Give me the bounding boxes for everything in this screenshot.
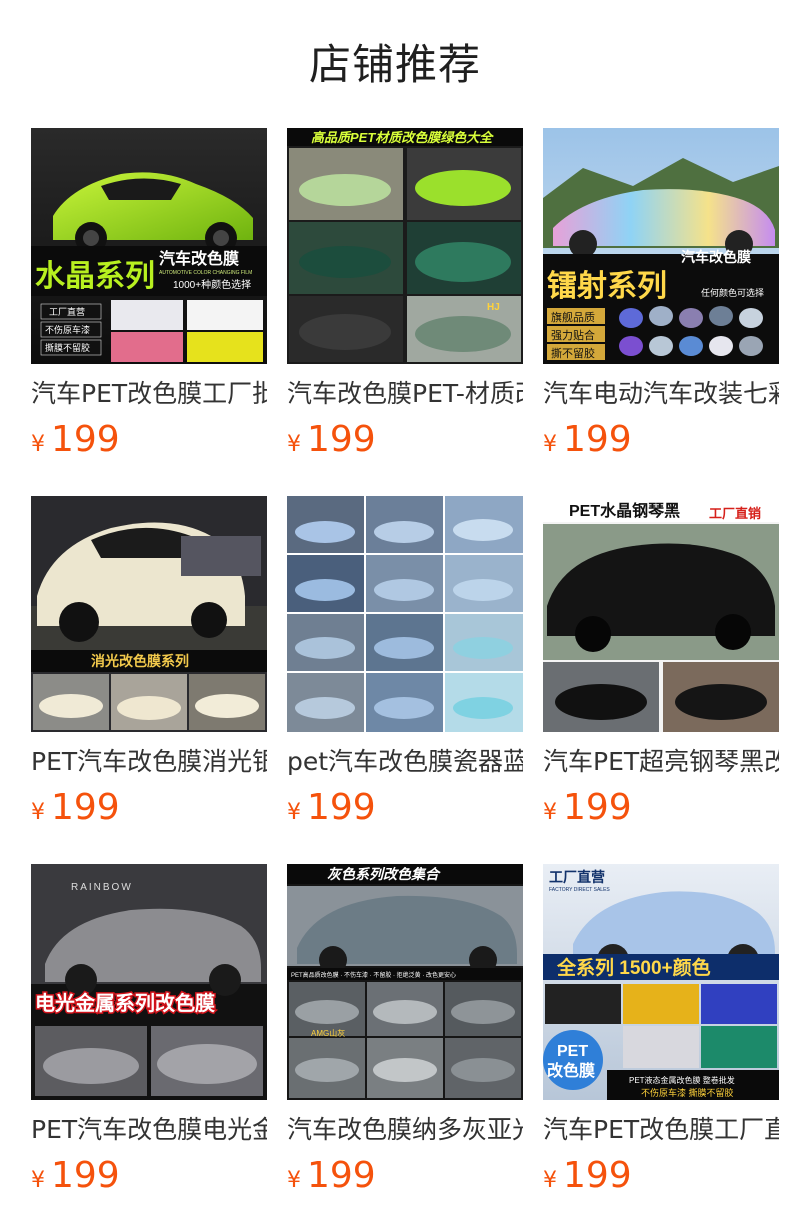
price-value: 199 bbox=[51, 419, 120, 460]
price-value: 199 bbox=[563, 419, 632, 460]
product-image[interactable]: 消光改色膜系列 bbox=[31, 496, 267, 732]
product-image[interactable]: 高品质PET材质改色膜绿色大全 HJ bbox=[287, 128, 523, 364]
price-value: 199 bbox=[563, 787, 632, 828]
currency-symbol: ¥ bbox=[543, 800, 557, 825]
product-image[interactable]: 灰色系列改色集合 PET高品质改色膜 · 不伤车漆 · 不留胶 · 拒绝泛黄 ·… bbox=[287, 864, 523, 1100]
currency-symbol: ¥ bbox=[31, 1168, 45, 1193]
product-card[interactable]: 高品质PET材质改色膜绿色大全 HJ 汽车改色膜PET-材质改色膜 ¥199 bbox=[287, 128, 523, 460]
image-tag: 撕不留胶 bbox=[551, 346, 595, 360]
image-tag: 工厂直营 bbox=[49, 306, 85, 317]
product-price: ¥199 bbox=[31, 788, 267, 828]
currency-symbol: ¥ bbox=[287, 1168, 301, 1193]
product-image[interactable] bbox=[287, 496, 523, 732]
product-card[interactable]: 灰色系列改色集合 PET高品质改色膜 · 不伤车漆 · 不留胶 · 拒绝泛黄 ·… bbox=[287, 864, 523, 1196]
image-headline: 全系列 1500+颜色 bbox=[556, 956, 711, 979]
product-card[interactable]: PET水晶钢琴黑 工厂直销 汽车PET超亮钢琴黑改色 ¥199 bbox=[543, 496, 779, 828]
product-price: ¥199 bbox=[543, 1156, 779, 1196]
product-name[interactable]: 汽车改色膜纳多灰亚光 bbox=[287, 1114, 523, 1146]
image-headline: 高品质PET材质改色膜绿色大全 bbox=[311, 130, 494, 145]
image-headline: PET水晶钢琴黑 bbox=[569, 501, 680, 520]
product-card[interactable]: 镭射系列 汽车改色膜 任何颜色可选择 旗舰品质 强力贴合 撕不留胶 汽车电动汽车… bbox=[543, 128, 779, 460]
product-price: ¥199 bbox=[543, 788, 779, 828]
product-name[interactable]: 汽车PET改色膜工厂直营 bbox=[543, 1114, 779, 1146]
image-headline: 消光改色膜系列 bbox=[91, 653, 189, 669]
image-note: 1000+种颜色选择 bbox=[173, 278, 251, 291]
product-price: ¥199 bbox=[31, 1156, 267, 1196]
image-sub-en: AUTOMOTIVE COLOR CHANGING FILM bbox=[159, 270, 252, 276]
image-tag: 不伤原车漆 bbox=[45, 324, 90, 335]
product-image[interactable]: PET水晶钢琴黑 工厂直销 bbox=[543, 496, 779, 732]
product-name[interactable]: PET汽车改色膜电光金属 bbox=[31, 1114, 267, 1146]
product-card[interactable]: RAINBOW 电光金属系列改色膜 PET汽车改色膜电光金属 ¥199 bbox=[31, 864, 267, 1196]
image-badge1: PET bbox=[557, 1043, 588, 1060]
image-tag: 旗舰品质 bbox=[551, 310, 595, 324]
currency-symbol: ¥ bbox=[543, 432, 557, 457]
currency-symbol: ¥ bbox=[287, 432, 301, 457]
image-corner: 工厂直营 bbox=[549, 869, 605, 885]
price-value: 199 bbox=[563, 1155, 632, 1196]
image-sub: 汽车改色膜 bbox=[159, 249, 239, 268]
product-price: ¥199 bbox=[543, 420, 779, 460]
product-image[interactable]: 水晶系列 汽车改色膜 AUTOMOTIVE COLOR CHANGING FIL… bbox=[31, 128, 267, 364]
currency-symbol: ¥ bbox=[287, 800, 301, 825]
product-image[interactable]: RAINBOW 电光金属系列改色膜 bbox=[31, 864, 267, 1100]
image-tag: 强力贴合 bbox=[551, 328, 595, 342]
product-price: ¥199 bbox=[31, 420, 267, 460]
product-price: ¥199 bbox=[287, 1156, 523, 1196]
product-card[interactable]: 水晶系列 汽车改色膜 AUTOMOTIVE COLOR CHANGING FIL… bbox=[31, 128, 267, 460]
product-name[interactable]: 汽车PET超亮钢琴黑改色 bbox=[543, 746, 779, 778]
price-value: 199 bbox=[307, 419, 376, 460]
product-name[interactable]: 汽车电动汽车改装七彩镭射 bbox=[543, 378, 779, 410]
image-corner-en: FACTORY DIRECT SALES bbox=[549, 887, 610, 893]
product-card[interactable]: pet汽车改色膜瓷器蓝色系 ¥199 bbox=[287, 496, 523, 828]
image-mark: HJ bbox=[487, 302, 500, 313]
image-sub: 汽车改色膜 bbox=[681, 249, 751, 265]
product-price: ¥199 bbox=[287, 420, 523, 460]
product-name[interactable]: 汽车改色膜PET-材质改色膜 bbox=[287, 378, 523, 410]
image-note: 任何颜色可选择 bbox=[701, 287, 764, 298]
product-name[interactable]: PET汽车改色膜消光银色 bbox=[31, 746, 267, 778]
page-title: 店铺推荐 bbox=[308, 40, 481, 89]
image-badge2: 改色膜 bbox=[547, 1061, 595, 1080]
image-headline: 灰色系列改色集合 bbox=[327, 866, 441, 882]
product-card[interactable]: 工厂直营 FACTORY DIRECT SALES 全系列 1500+颜色 PE… bbox=[543, 864, 779, 1196]
image-foot: PET液态金属改色膜 整卷批发 bbox=[629, 1075, 735, 1085]
image-headline: 电光金属系列改色膜 bbox=[35, 991, 215, 1015]
currency-symbol: ¥ bbox=[31, 800, 45, 825]
price-value: 199 bbox=[51, 787, 120, 828]
image-foot2: 不伤原车漆 撕膜不留胶 bbox=[641, 1087, 734, 1098]
product-name[interactable]: pet汽车改色膜瓷器蓝色系 bbox=[287, 746, 523, 778]
product-image[interactable]: 工厂直营 FACTORY DIRECT SALES 全系列 1500+颜色 PE… bbox=[543, 864, 779, 1100]
price-value: 199 bbox=[51, 1155, 120, 1196]
image-tag: 撕膜不留胶 bbox=[45, 342, 90, 353]
image-headline: 镭射系列 bbox=[547, 270, 667, 303]
product-name[interactable]: 汽车PET改色膜工厂批发 bbox=[31, 378, 267, 410]
price-value: 199 bbox=[307, 1155, 376, 1196]
currency-symbol: ¥ bbox=[31, 432, 45, 457]
image-brand: RAINBOW bbox=[71, 882, 133, 893]
image-strip: PET高品质改色膜 · 不伤车漆 · 不留胶 · 拒绝泛黄 · 改色更安心 bbox=[291, 971, 456, 979]
price-value: 199 bbox=[307, 787, 376, 828]
image-tag: 工厂直销 bbox=[709, 506, 761, 521]
image-model: AMG山灰 bbox=[311, 1028, 345, 1038]
currency-symbol: ¥ bbox=[543, 1168, 557, 1193]
product-card[interactable]: 消光改色膜系列 PET汽车改色膜消光银色 ¥199 bbox=[31, 496, 267, 828]
image-headline: 水晶系列 bbox=[35, 260, 155, 293]
product-price: ¥199 bbox=[287, 788, 523, 828]
product-image[interactable]: 镭射系列 汽车改色膜 任何颜色可选择 旗舰品质 强力贴合 撕不留胶 bbox=[543, 128, 779, 364]
